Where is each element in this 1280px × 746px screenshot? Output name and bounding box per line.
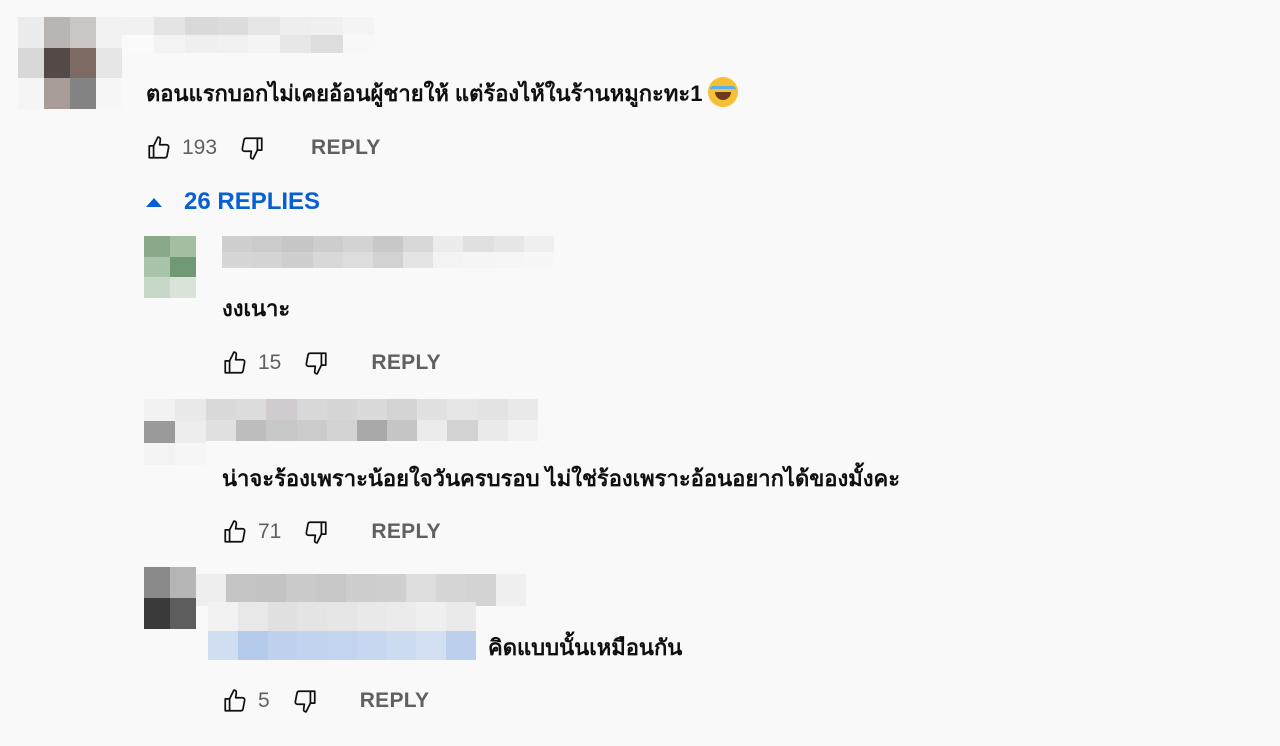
author-name[interactable]: [222, 236, 554, 268]
reply-actions: 71 REPLY: [220, 516, 441, 548]
like-count: 5: [258, 689, 270, 712]
thumbs-up-icon[interactable]: [220, 517, 250, 547]
like-count: 71: [258, 520, 282, 543]
thumbs-up-icon[interactable]: [220, 348, 250, 378]
face-with-tears-of-joy-icon: [708, 77, 739, 108]
thumbs-up-icon[interactable]: [144, 133, 174, 163]
thumbs-down-icon[interactable]: [290, 686, 320, 716]
thumbs-down-icon[interactable]: [237, 133, 267, 163]
comment-actions: 193 REPLY: [144, 132, 381, 164]
thumbs-up-icon[interactable]: [220, 686, 250, 716]
avatar[interactable]: [18, 17, 122, 109]
mention-link[interactable]: [208, 602, 476, 660]
comment-text: ตอนแรกบอกไม่เคยอ้อนผู้ชายให้ แต่ร้องไห้ใ…: [146, 76, 739, 111]
replies-toggle[interactable]: 26 REPLIES: [142, 188, 320, 216]
avatar[interactable]: [144, 399, 206, 465]
thumbs-down-icon[interactable]: [301, 348, 331, 378]
avatar[interactable]: [144, 236, 196, 298]
replies-toggle-label: 26 REPLIES: [184, 188, 321, 215]
caret-up-icon: [146, 197, 162, 207]
reply-button[interactable]: REPLY: [371, 520, 441, 544]
avatar[interactable]: [144, 567, 196, 629]
reply-button[interactable]: REPLY: [371, 351, 441, 375]
comments-section: ตอนแรกบอกไม่เคยอ้อนผู้ชายให้ แต่ร้องไห้ใ…: [0, 0, 1280, 746]
reply-actions: 5 REPLY: [220, 685, 429, 717]
author-name[interactable]: [206, 399, 538, 441]
thumbs-down-icon[interactable]: [301, 517, 331, 547]
author-name[interactable]: [122, 17, 374, 53]
like-count: 193: [182, 136, 218, 159]
reply-actions: 15 REPLY: [220, 347, 441, 379]
reply-text: งงเนาะ: [222, 296, 291, 321]
reply-button[interactable]: REPLY: [311, 136, 381, 160]
reply-button[interactable]: REPLY: [360, 689, 430, 713]
reply-text: น่าจะร้องเพราะน้อยใจวันครบรอบ ไม่ใช่ร้อง…: [222, 466, 901, 491]
like-count: 15: [258, 351, 282, 374]
reply-text: คิดแบบนั้นเหมือนกัน: [488, 635, 683, 660]
